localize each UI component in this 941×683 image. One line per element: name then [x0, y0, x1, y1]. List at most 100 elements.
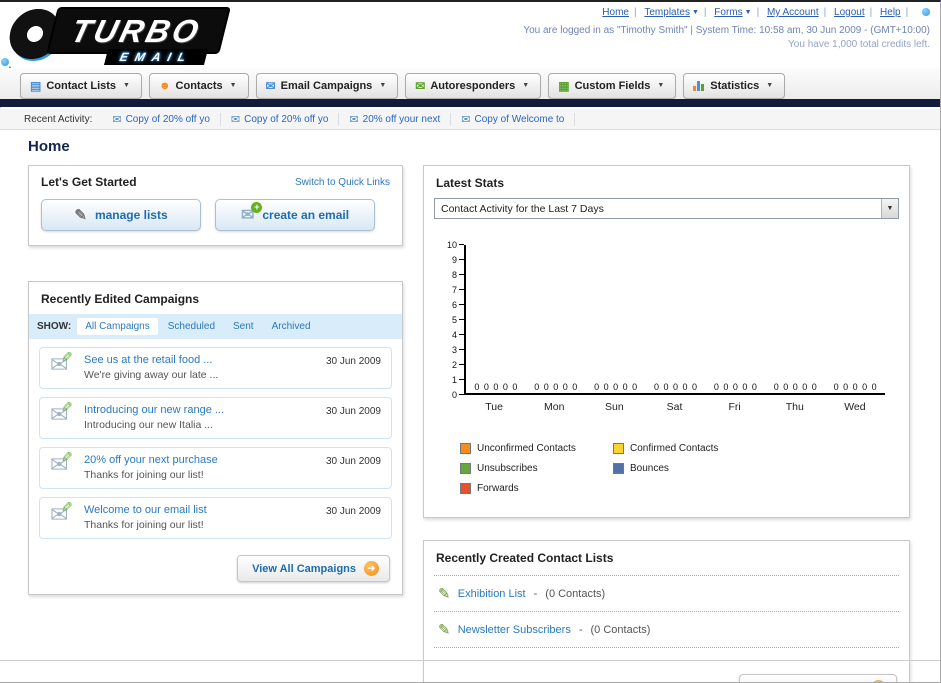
- recent-activity-link: Copy of 20% off yo: [244, 113, 329, 125]
- top-link-help[interactable]: Help: [880, 7, 901, 18]
- manage-lists-button[interactable]: manage lists: [41, 199, 201, 231]
- nav-tab-label: Statistics: [710, 79, 760, 92]
- legend-item: Unsubscribes: [460, 463, 613, 474]
- campaign-row[interactable]: See us at the retail food ... We're givi…: [39, 347, 392, 389]
- contact-list-link[interactable]: Newsletter Subscribers: [458, 624, 571, 636]
- recent-activity-item[interactable]: Copy of Welcome to: [451, 112, 576, 126]
- legend-item: Confirmed Contacts: [613, 443, 766, 454]
- y-tick-label: 6: [438, 300, 464, 310]
- chart-plot-area: 0 0 0 0 0 0 0 0 0 0 0 0 0 0 0 0 0 0 0 0 0 0 …: [464, 245, 885, 395]
- recent-activity-item[interactable]: Copy of 20% off yo: [102, 112, 221, 126]
- nav-tab-email-campaigns[interactable]: Email Campaigns ▼: [255, 73, 399, 99]
- contact-activity-chart: 10 9 8 7 6 5 4 3 2 1 0 0 0 0 0 00 0 0 0 00 0 0 0 0…: [438, 240, 885, 441]
- chevron-down-icon: ▼: [766, 82, 774, 89]
- campaign-title-link[interactable]: Introducing our new range ...: [84, 404, 301, 416]
- mail-edit-icon: [50, 452, 76, 478]
- nav-tab-label: Custom Fields: [574, 79, 651, 92]
- nav-tab-autoresponders[interactable]: Autoresponders ▼: [405, 73, 542, 99]
- manage-lists-label: manage lists: [94, 208, 168, 222]
- y-tick-label: 7: [438, 285, 464, 295]
- mail-edit-icon: [50, 402, 76, 428]
- pencil-icon: [438, 621, 450, 638]
- nav-tab-contacts[interactable]: Contacts ▼: [148, 73, 249, 99]
- nav-tab-label: Contact Lists: [46, 79, 117, 92]
- legend-item: Unconfirmed Contacts: [460, 443, 613, 454]
- view-all-campaigns-button[interactable]: View All Campaigns: [237, 555, 390, 582]
- campaign-title-link[interactable]: See us at the retail food ...: [84, 354, 301, 366]
- top-link-my-account[interactable]: My Account: [767, 7, 819, 18]
- bar-value-group: 0 0 0 0 0: [594, 382, 638, 392]
- create-email-button[interactable]: + create an email: [215, 199, 375, 231]
- top-link-forms[interactable]: Forms: [714, 7, 742, 18]
- dash-separator: -: [533, 587, 538, 600]
- mail-icon: [461, 113, 470, 126]
- tab-all-campaigns[interactable]: All Campaigns: [77, 318, 158, 335]
- tab-archived[interactable]: Archived: [264, 318, 319, 335]
- get-started-title: Let's Get Started: [41, 175, 137, 189]
- campaign-title-link[interactable]: Welcome to our email list: [84, 504, 301, 516]
- nav-tab-contact-lists[interactable]: Contact Lists ▼: [20, 73, 142, 99]
- campaign-row[interactable]: 20% off your next purchase Thanks for jo…: [39, 447, 392, 489]
- chevron-down-icon: ▼: [657, 82, 665, 89]
- recent-activity-bar: Recent Activity: Copy of 20% off yo Copy…: [0, 109, 940, 130]
- tab-sent[interactable]: Sent: [225, 318, 262, 335]
- legend-item: Bounces: [613, 463, 766, 474]
- top-link-templates[interactable]: Templates: [644, 7, 690, 18]
- campaign-date: 30 Jun 2009: [325, 356, 381, 367]
- bar-value-group: 0 0 0 0 0: [534, 382, 578, 392]
- legend-label: Unsubscribes: [477, 463, 538, 474]
- pencil-icon: [74, 206, 87, 224]
- campaign-subtitle: Introducing our new Italia ...: [84, 419, 213, 431]
- top-link-home[interactable]: Home: [602, 7, 629, 18]
- legend-label: Forwards: [477, 483, 519, 494]
- recent-activity-link: Copy of 20% off yo: [125, 113, 210, 125]
- recent-activity-link: Copy of Welcome to: [474, 113, 565, 125]
- campaign-subtitle: Thanks for joining our list!: [84, 519, 204, 531]
- contact-list-link[interactable]: Exhibition List: [458, 588, 526, 600]
- recent-contact-lists-panel: Recently Created Contact Lists Exhibitio…: [423, 540, 910, 682]
- bar-value-group: 0 0 0 0 0: [773, 382, 817, 392]
- main-content: Home Let's Get Started Switch to Quick L…: [0, 130, 940, 682]
- legend-swatch: [613, 443, 624, 454]
- email-campaigns-icon: [266, 80, 276, 92]
- x-axis-label: Sat: [666, 401, 683, 413]
- campaign-row[interactable]: Introducing our new range ... Introducin…: [39, 397, 392, 439]
- app-window: TURBO EMAIL Home Templates▼ Forms▼ My Ac…: [0, 0, 941, 683]
- recent-activity-item[interactable]: Copy of 20% off yo: [221, 112, 340, 126]
- y-tick-label: 8: [438, 270, 464, 280]
- contact-list-count: (0 Contacts): [590, 623, 651, 636]
- see-all-contact-lists-button[interactable]: See All Contact Lists: [738, 674, 897, 682]
- recent-activity-item[interactable]: 20% off your next: [339, 112, 452, 126]
- top-link-logout[interactable]: Logout: [834, 7, 865, 18]
- campaign-title-link[interactable]: 20% off your next purchase: [84, 454, 301, 466]
- pencil-icon: [438, 585, 450, 602]
- y-tick-label: 4: [438, 330, 464, 340]
- contact-list-row[interactable]: Newsletter Subscribers - (0 Contacts): [434, 611, 899, 647]
- autoresponders-icon: [415, 80, 425, 92]
- campaign-row[interactable]: Welcome to our email list Thanks for joi…: [39, 497, 392, 539]
- tab-scheduled[interactable]: Scheduled: [160, 318, 223, 335]
- x-axis-label: Wed: [844, 401, 866, 413]
- recent-activity-link: 20% off your next: [362, 113, 441, 125]
- mail-icon: [112, 113, 121, 126]
- mail-icon: [349, 113, 358, 126]
- x-axis-label: Sun: [605, 401, 624, 413]
- chevron-down-icon: ▼: [123, 82, 130, 89]
- bar-value-group: 0 0 0 0 0: [474, 382, 518, 392]
- contact-list-count: (0 Contacts): [545, 587, 606, 600]
- recent-activity-label: Recent Activity:: [24, 113, 93, 125]
- nav-tab-label: Contacts: [175, 79, 223, 92]
- switch-quick-links-link[interactable]: Switch to Quick Links: [295, 177, 390, 188]
- mail-edit-icon: [50, 352, 76, 378]
- y-tick-label: 0: [438, 390, 464, 400]
- y-tick-label: 10: [438, 240, 464, 250]
- recent-campaigns-title: Recently Edited Campaigns: [41, 292, 200, 306]
- chart-y-axis: 10 9 8 7 6 5 4 3 2 1 0: [438, 240, 464, 400]
- contact-list-row[interactable]: Exhibition List - (0 Contacts): [434, 575, 899, 611]
- legend-label: Bounces: [630, 463, 669, 474]
- stats-period-select[interactable]: Contact Activity for the Last 7 Days ▼: [434, 198, 899, 219]
- nav-tab-statistics[interactable]: Statistics ▼: [683, 73, 786, 99]
- campaign-subtitle: Thanks for joining our list!: [84, 469, 204, 481]
- legend-swatch: [460, 483, 471, 494]
- nav-tab-custom-fields[interactable]: Custom Fields ▼: [548, 73, 677, 99]
